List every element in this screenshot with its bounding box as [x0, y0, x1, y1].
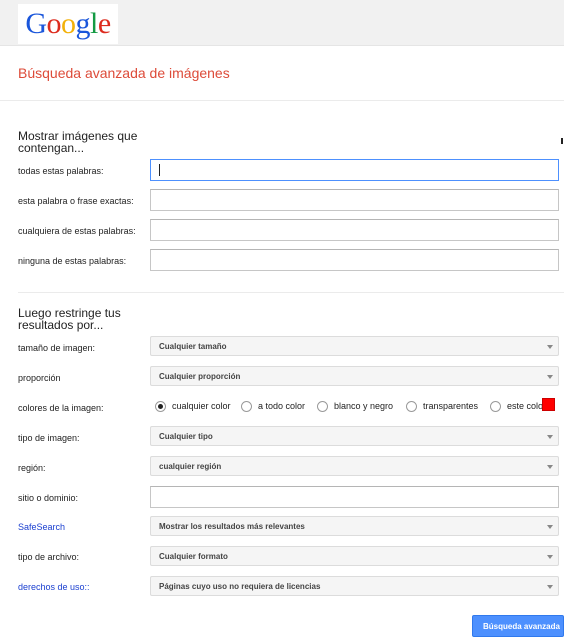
radio-circle-icon — [490, 400, 501, 412]
chevron-down-icon — [547, 465, 553, 469]
radio-circle-icon — [155, 400, 166, 412]
aspect-select-value: Cualquier proporción — [159, 372, 241, 381]
site-input[interactable] — [150, 486, 559, 508]
chevron-down-icon — [547, 555, 553, 559]
title-bar: Búsqueda avanzada de imágenes — [0, 46, 564, 101]
site-label: sitio o dominio: — [18, 493, 79, 503]
chevron-down-icon — [547, 375, 553, 379]
aspect-select[interactable]: Cualquier proporción — [150, 366, 559, 386]
logo-letter: o — [46, 7, 62, 40]
advanced-search-button[interactable]: Búsqueda avanzada — [472, 615, 564, 637]
colors-label: colores de la imagen: — [18, 403, 104, 413]
radio-label: cualquier color — [172, 401, 231, 411]
chevron-down-icon — [547, 435, 553, 439]
all-words-input[interactable] — [150, 159, 559, 181]
text-caret — [159, 164, 160, 176]
radio-label: transparentes — [423, 401, 479, 411]
chevron-down-icon — [547, 525, 553, 529]
size-select-value: Cualquier tamaño — [159, 342, 227, 351]
logo-letter: o — [61, 7, 76, 40]
all-words-label: todas estas palabras: — [18, 166, 104, 176]
logo-letter: e — [97, 7, 111, 40]
page-title: Búsqueda avanzada de imágenes — [18, 65, 230, 81]
aspect-label: proporción — [18, 373, 61, 383]
region-select-value: cualquier región — [159, 462, 222, 471]
radio-any-color[interactable]: cualquier color — [155, 399, 231, 413]
logo-letter: G — [25, 7, 47, 40]
type-select-value: Cualquier tipo — [159, 432, 213, 441]
radio-label: este colo — [507, 401, 544, 411]
region-select[interactable]: cualquier región — [150, 456, 559, 476]
google-logo[interactable]: Google — [18, 4, 118, 44]
radio-label: blanco y negro — [334, 401, 394, 411]
none-words-label: ninguna de estas palabras: — [18, 256, 127, 266]
usage-rights-select-value: Páginas cuyo uso no requiera de licencia… — [159, 582, 321, 591]
radio-circle-icon — [317, 400, 328, 412]
exact-phrase-label: esta palabra o frase exactas: — [18, 196, 134, 206]
type-label: tipo de imagen: — [18, 433, 80, 443]
radio-label: a todo color — [258, 401, 306, 411]
section-divider — [18, 292, 564, 293]
safesearch-select[interactable]: Mostrar los resultados más relevantes — [150, 516, 559, 536]
type-select[interactable]: Cualquier tipo — [150, 426, 559, 446]
any-words-label: cualquiera de estas palabras: — [18, 226, 136, 236]
chevron-down-icon — [547, 585, 553, 589]
filetype-select[interactable]: Cualquier formato — [150, 546, 559, 566]
none-words-input[interactable] — [150, 249, 559, 271]
radio-circle-icon — [406, 400, 417, 412]
radio-circle-icon — [241, 400, 252, 412]
section-heading-contains: Mostrar imágenes que contengan... — [18, 129, 138, 155]
usage-rights-select[interactable]: Páginas cuyo uso no requiera de licencia… — [150, 576, 559, 596]
region-label: región: — [18, 463, 46, 473]
scroll-marker — [561, 138, 563, 144]
logo-letter: g — [75, 7, 91, 40]
size-select[interactable]: Cualquier tamaño — [150, 336, 559, 356]
chevron-down-icon — [547, 345, 553, 349]
size-label: tamaño de imagen: — [18, 343, 96, 353]
radio-black-white[interactable]: blanco y negro — [317, 399, 393, 413]
logo-letter: l — [90, 7, 98, 40]
exact-phrase-input[interactable] — [150, 189, 559, 211]
filetype-select-value: Cualquier formato — [159, 552, 228, 561]
section-heading-narrow: Luego restringe tus resultados por... — [18, 306, 121, 332]
radio-this-color[interactable]: este colo — [490, 399, 543, 413]
radio-full-color[interactable]: a todo color — [241, 399, 305, 413]
filetype-label: tipo de archivo: — [18, 552, 80, 562]
safesearch-link[interactable]: SafeSearch — [18, 522, 65, 532]
color-swatch[interactable] — [542, 398, 555, 411]
safesearch-select-value: Mostrar los resultados más relevantes — [159, 522, 305, 531]
top-bar: Google — [0, 0, 564, 46]
any-words-input[interactable] — [150, 219, 559, 241]
usage-rights-link[interactable]: derechos de uso:: — [18, 582, 90, 592]
radio-transparent[interactable]: transparentes — [406, 399, 478, 413]
